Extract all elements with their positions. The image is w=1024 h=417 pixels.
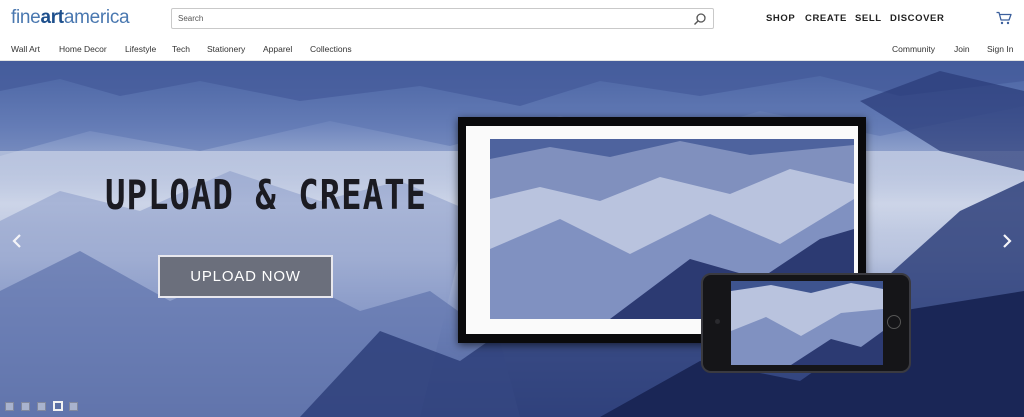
chevron-left-icon[interactable] [10, 233, 24, 249]
search-box [171, 8, 714, 29]
category-tech[interactable]: Tech [172, 44, 190, 54]
phone-case-mockup [701, 273, 911, 373]
nav-join[interactable]: Join [954, 44, 970, 54]
nav-shop[interactable]: SHOP [766, 13, 795, 24]
logo-part-art: art [40, 7, 64, 28]
search-input[interactable] [178, 11, 678, 26]
category-collections[interactable]: Collections [310, 44, 352, 54]
slide-indicator-3[interactable] [37, 402, 46, 411]
cart-icon[interactable] [996, 11, 1012, 25]
slide-indicator-4-active[interactable] [53, 401, 63, 411]
category-wall-art[interactable]: Wall Art [11, 44, 40, 54]
slide-indicator-2[interactable] [21, 402, 30, 411]
slide-indicator-1[interactable] [5, 402, 14, 411]
nav-create[interactable]: CREATE [805, 13, 847, 24]
category-home-decor[interactable]: Home Decor [59, 44, 107, 54]
category-lifestyle[interactable]: Lifestyle [125, 44, 156, 54]
nav-community[interactable]: Community [892, 44, 935, 54]
hero-banner: UPLOAD & CREATE UPLOAD NOW [0, 61, 1024, 417]
category-stationery[interactable]: Stationery [207, 44, 245, 54]
logo-part-america: america [63, 7, 130, 28]
chevron-right-icon[interactable] [1000, 233, 1014, 249]
phone-screen-artwork-image [731, 281, 883, 365]
upload-now-button[interactable]: UPLOAD NOW [158, 255, 333, 298]
logo-part-fine: fine [11, 7, 41, 28]
site-logo[interactable]: fineartamerica [11, 7, 130, 29]
nav-sign-in[interactable]: Sign In [987, 44, 1013, 54]
phone-camera [715, 319, 720, 324]
category-bar: Wall Art Home Decor Lifestyle Tech Stati… [0, 38, 1024, 61]
magnifier-icon[interactable] [693, 12, 707, 26]
phone-home-button [887, 315, 901, 329]
hero-headline: UPLOAD & CREATE [105, 172, 428, 220]
top-bar: fineartamerica SHOP CREATE SELL DISCOVER [0, 0, 1024, 38]
nav-sell[interactable]: SELL [855, 13, 882, 24]
category-apparel[interactable]: Apparel [263, 44, 292, 54]
nav-discover[interactable]: DISCOVER [890, 13, 944, 24]
slide-indicator-5[interactable] [69, 402, 78, 411]
